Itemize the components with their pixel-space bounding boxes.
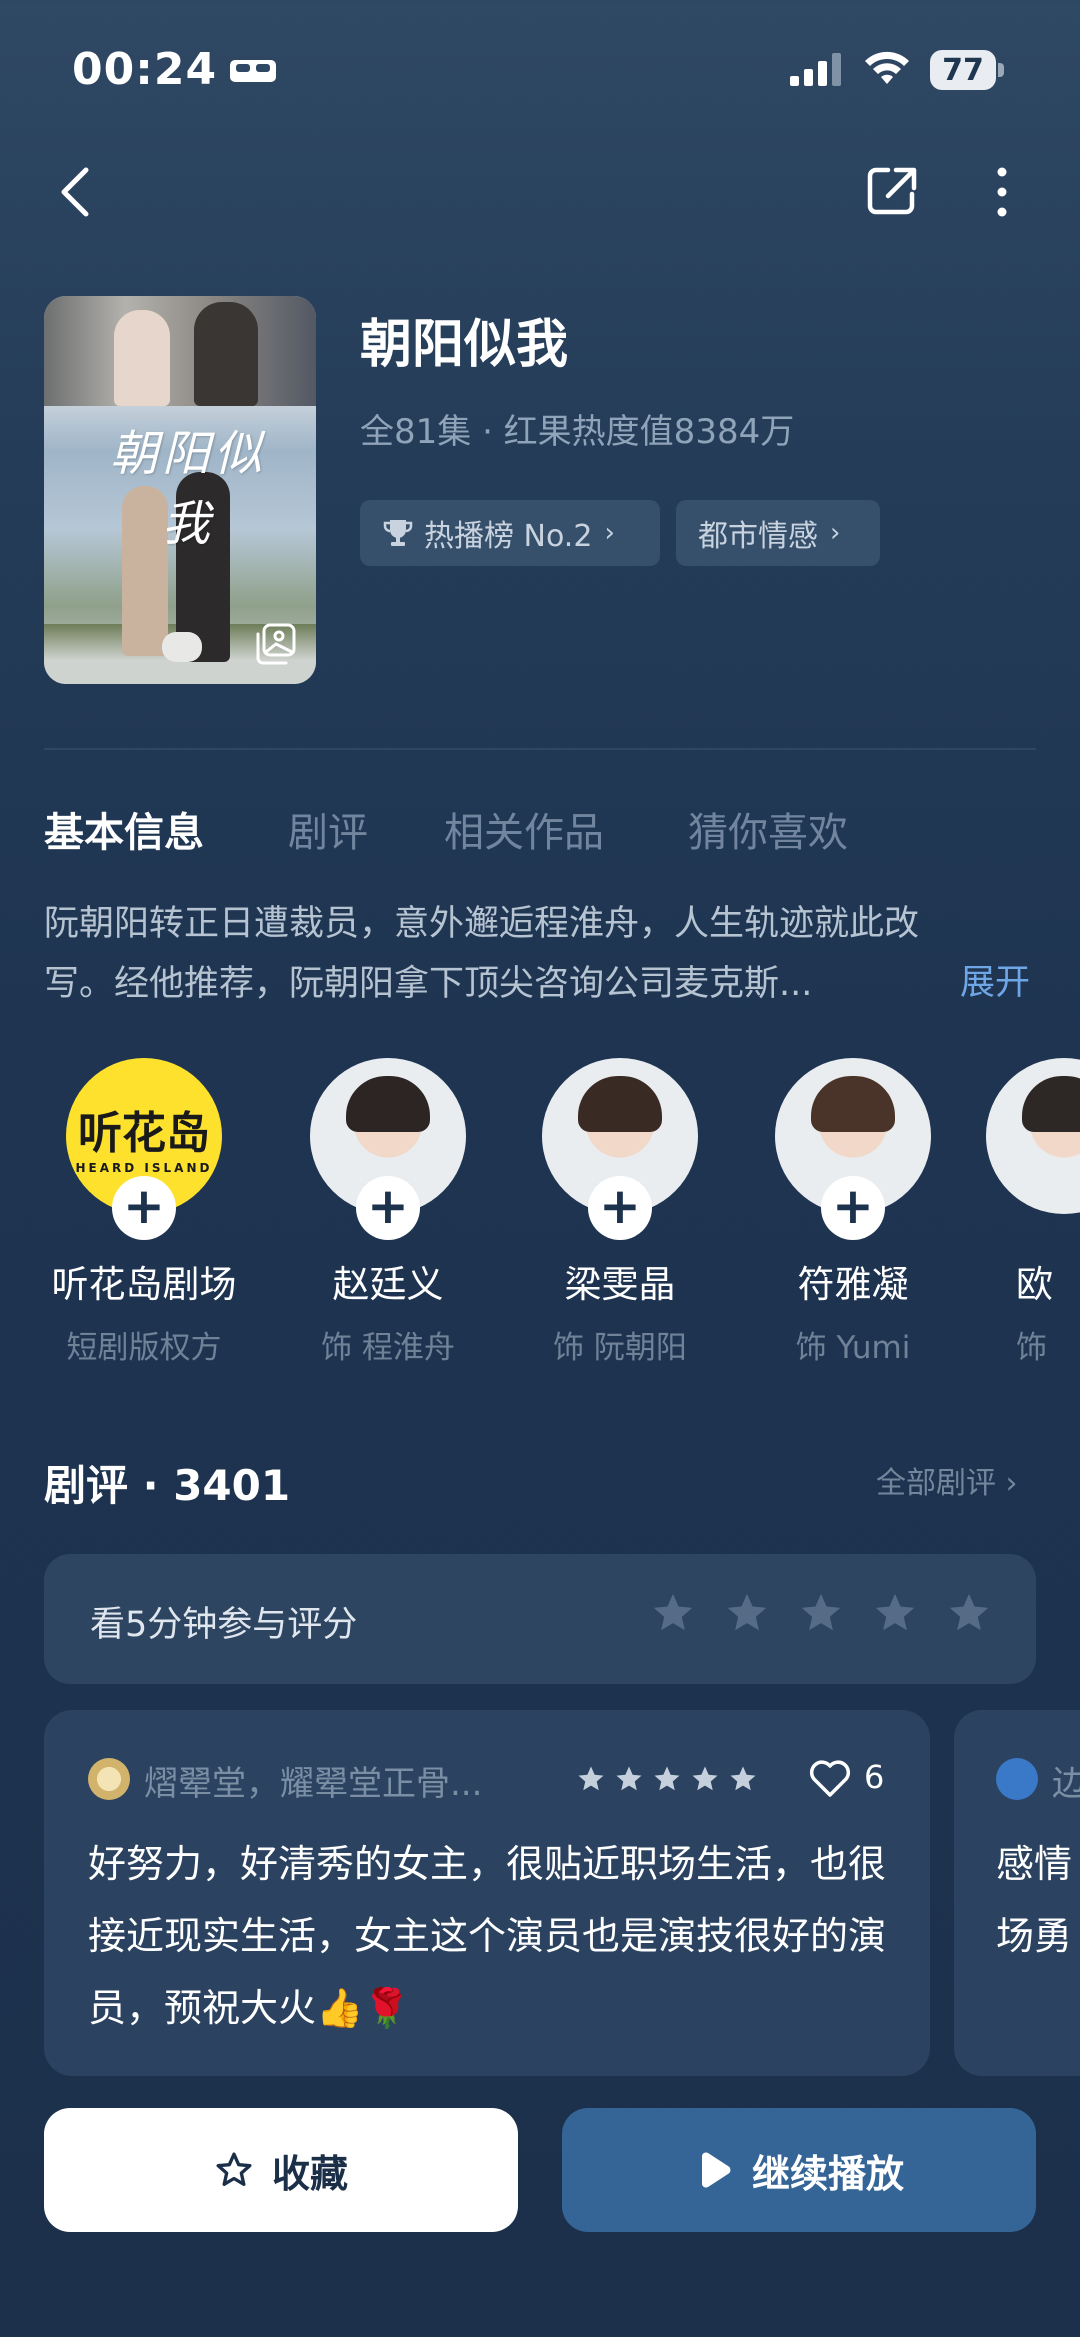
cast-item[interactable]: + 梁雯晶 饰 阮朝阳 [520,1058,720,1367]
expand-synopsis-button[interactable]: 展开 [960,954,1030,1005]
cast-name: 符雅凝 [797,1263,909,1306]
cast-item[interactable]: + 赵廷义 饰 程淮舟 [288,1058,488,1367]
cast-role: 饰 Yumi [795,1330,911,1366]
star-icon [692,1766,718,1791]
all-reviews-link[interactable]: 全部剧评 › [876,1458,1018,1502]
rating-stars[interactable] [650,1590,992,1636]
tab-reviews[interactable]: 剧评 [288,800,368,858]
star-icon [730,1766,756,1791]
continue-play-label: 继续播放 [751,2151,904,2196]
follow-plus-icon[interactable]: + [356,1176,420,1240]
review-card[interactable]: 熠翚堂，耀翚堂正骨... 6 好努力，好清秀的女主，很贴近职场生活，也很接近现实… [44,1710,930,2076]
cast-item[interactable]: + 符雅凝 饰 Yumi [753,1058,953,1367]
star-icon[interactable] [872,1590,918,1636]
battery-level: 77 [930,50,996,90]
cast-role: 饰 [1016,1330,1047,1366]
tab-basic-info[interactable]: 基本信息 [44,800,204,858]
battery-indicator: 77 [930,50,1004,90]
heart-icon[interactable] [808,1758,852,1798]
reviews-heading: 剧评 · 3401 [44,1461,291,1510]
review-rating [576,1764,758,1794]
review-text: 感情 场勇 [996,1828,1080,1972]
genre-chip-label: 都市情感 [698,519,818,554]
cast-name: 赵廷义 [332,1263,444,1306]
studio-logo-subtext: HEARD ISLAND [75,1161,213,1175]
drama-title: 朝阳似我 [360,315,569,375]
avatar [996,1758,1038,1800]
cast-role: 饰 阮朝阳 [553,1330,687,1366]
rating-box: 看5分钟参与评分 [44,1554,1036,1684]
poster-title: 朝阳似我 [109,426,266,552]
star-icon [654,1766,680,1791]
chevron-right-icon: › [830,518,841,548]
star-icon[interactable] [798,1590,844,1636]
follow-plus-icon[interactable]: + [821,1176,885,1240]
star-outline-icon [216,2152,252,2186]
synopsis-text: 阮朝阳转正日遭裁员，意外邂逅程淮舟，人生轨迹就此改写。经他推荐，阮朝阳拿下顶尖咨… [44,904,920,1004]
play-icon [701,2152,731,2188]
cast-role: 饰 程淮舟 [321,1330,455,1366]
cast-name: 欧 [1016,1263,1053,1306]
review-text: 好努力，好清秀的女主，很贴近职场生活，也很接近现实生活，女主这个演员也是演技很好… [88,1842,887,2030]
follow-plus-icon[interactable]: + [588,1176,652,1240]
cast-name: 梁雯晶 [564,1263,676,1306]
star-icon [616,1766,642,1791]
favorite-button[interactable]: 收藏 [44,2108,518,2232]
review-username: 熠翚堂，耀翚堂正骨... [144,1764,483,1804]
tab-recommendations[interactable]: 猜你喜欢 [688,800,848,858]
review-card[interactable]: 边 感情 场勇 [954,1710,1080,2076]
star-icon [578,1766,604,1791]
review-username: 边 [1052,1756,1080,1805]
wifi-icon [865,51,909,84]
trophy-icon [383,520,413,546]
sleep-focus-icon [230,60,276,82]
star-icon[interactable] [650,1590,696,1636]
drama-meta: 全81集 · 红果热度值8384万 [360,412,795,452]
gallery-icon[interactable] [254,622,298,666]
share-icon[interactable] [866,164,918,216]
status-time: 00:24 [72,44,218,95]
like-count: 6 [864,1758,885,1796]
star-icon[interactable] [946,1590,992,1636]
ranking-chip[interactable]: 热播榜 No.2 › [360,500,660,566]
drama-poster[interactable]: 朝阳似我 [44,296,316,684]
ranking-chip-label: 热播榜 No.2 [424,519,593,554]
rating-prompt: 看5分钟参与评分 [90,1605,358,1645]
star-icon[interactable] [724,1590,770,1636]
cast-role: 短剧版权方 [66,1330,222,1366]
more-options-icon[interactable] [986,164,1018,220]
cellular-signal-icon [790,53,841,86]
review-text-line: 感情 [996,1842,1073,1886]
cast-item-partial[interactable]: 欧 饰 [986,1058,1080,1398]
favorite-label: 收藏 [271,2151,348,2196]
avatar [986,1058,1080,1214]
follow-plus-icon[interactable]: + [112,1176,176,1240]
tab-related-works[interactable]: 相关作品 [444,800,604,858]
divider [44,748,1036,750]
review-text-line: 场勇 [996,1914,1073,1958]
chevron-right-icon: › [604,518,615,548]
studio-logo-text: 听花岛 [78,1108,210,1159]
back-icon[interactable] [56,164,96,220]
cast-name: 听花岛剧场 [51,1263,237,1306]
cast-item[interactable]: 听花岛 HEARD ISLAND + 听花岛剧场 短剧版权方 [44,1058,244,1367]
avatar [88,1758,130,1800]
continue-play-button[interactable]: 继续播放 [562,2108,1036,2232]
genre-chip[interactable]: 都市情感 › [676,500,880,566]
